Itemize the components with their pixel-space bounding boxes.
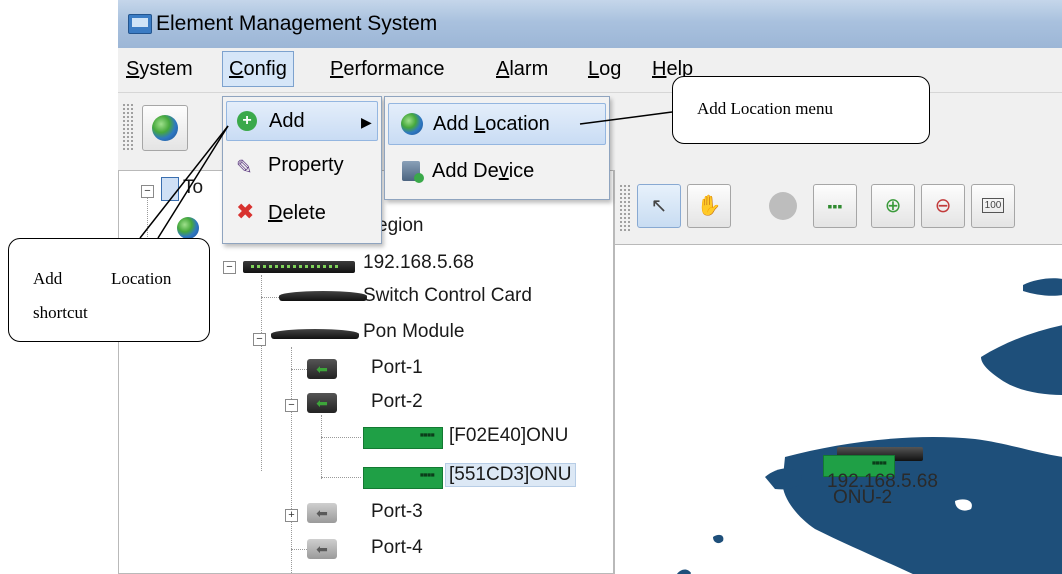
callout-menu-text: Add Location menu	[697, 99, 833, 118]
callout-shortcut-word3: shortcut	[33, 303, 88, 322]
callout-shortcut-word2: Location	[111, 269, 172, 288]
callout-shortcut-word1: Add	[33, 269, 63, 288]
callout-add-location-shortcut: Add Location shortcut	[8, 238, 210, 342]
callout-add-location-menu: Add Location menu	[672, 76, 930, 144]
